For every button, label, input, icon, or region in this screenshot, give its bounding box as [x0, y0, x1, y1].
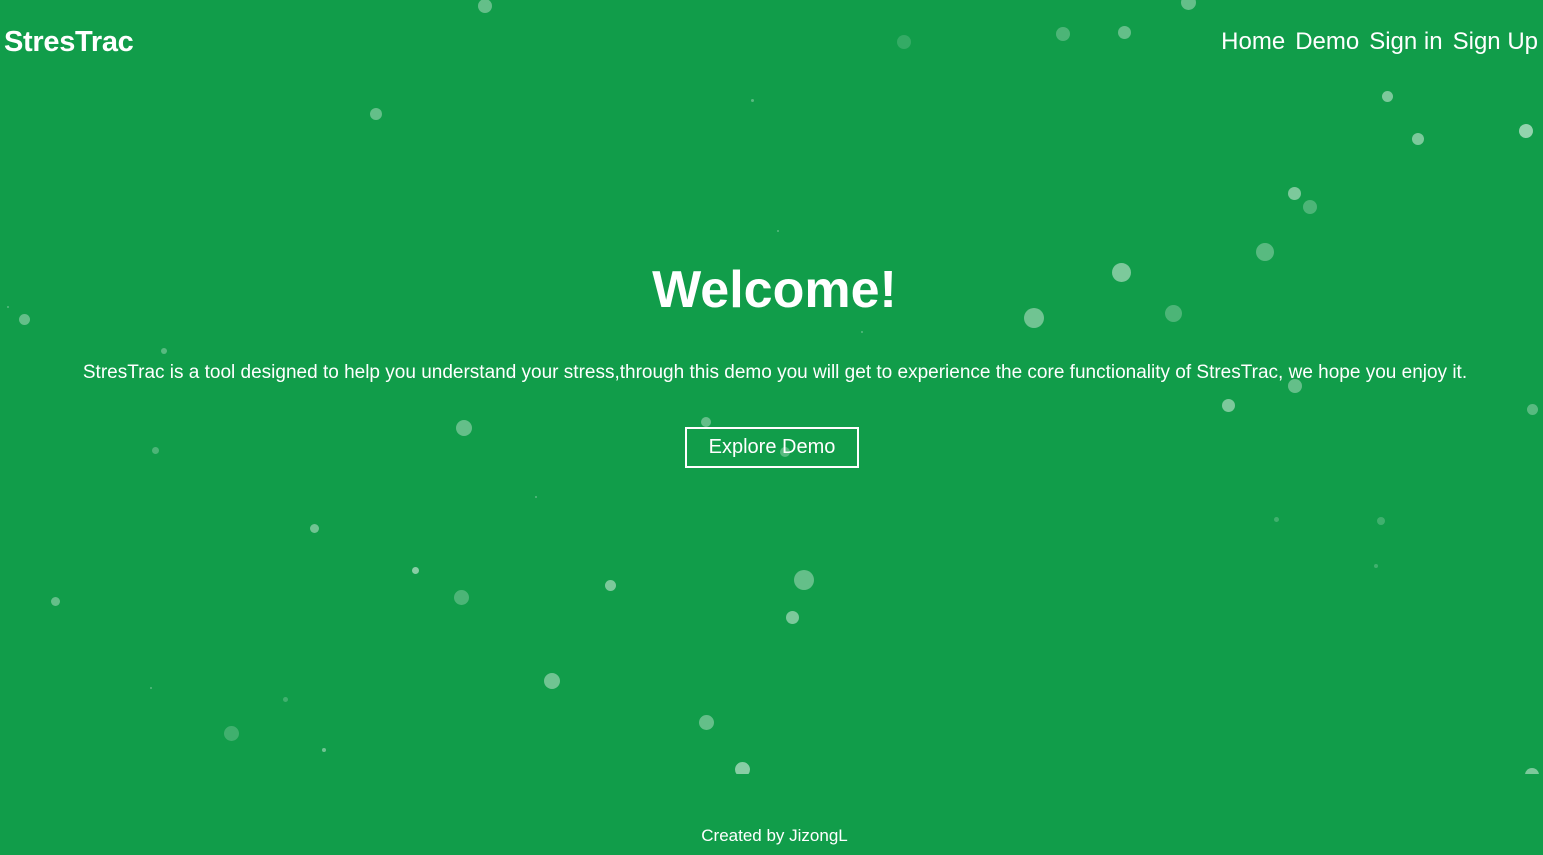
particle-dot — [282, 696, 288, 702]
particle-dot — [151, 446, 159, 454]
particle-dot — [322, 748, 326, 752]
explore-demo-button[interactable]: Explore Demo — [685, 427, 859, 468]
particle-dot — [604, 579, 616, 591]
particle-dot — [150, 687, 152, 689]
particle-dot — [1287, 186, 1301, 200]
particle-dot — [1221, 398, 1235, 412]
particle-dot — [1381, 90, 1393, 102]
particle-dot — [223, 725, 239, 741]
particle-dot — [1117, 25, 1131, 39]
nav-home-link[interactable]: Home — [1221, 26, 1285, 58]
hero-title: Welcome! — [652, 261, 897, 319]
particle-dot — [535, 496, 537, 498]
particle-dot — [1374, 564, 1378, 568]
particle-dot — [861, 331, 863, 333]
hero-description: StresTrac is a tool designed to help you… — [82, 362, 1468, 383]
particle-background — [0, 0, 1543, 774]
nav-sign-up-link[interactable]: Sign Up — [1453, 26, 1538, 58]
particle-dot — [698, 714, 714, 730]
particle-dot — [1526, 403, 1538, 415]
particle-dot — [1180, 0, 1196, 10]
particle-dot — [411, 566, 419, 574]
particle-dot — [734, 761, 750, 774]
particle-dot — [1525, 768, 1539, 774]
particle-dot — [456, 420, 472, 436]
page: StresTrac Home Demo Sign in Sign Up Welc… — [0, 0, 1543, 855]
particle-dot — [453, 589, 469, 605]
brand-logo[interactable]: StresTrac — [4, 24, 134, 60]
particle-dot — [785, 610, 799, 624]
particle-dot — [777, 230, 779, 232]
particle-dot — [1519, 124, 1533, 138]
particle-dot — [161, 348, 167, 354]
particle-dot — [370, 108, 382, 120]
particle-dot — [50, 596, 60, 606]
particle-dot — [544, 673, 560, 689]
particle-dot — [701, 417, 711, 427]
particle-dot — [1273, 516, 1279, 522]
particle-dot — [1303, 200, 1317, 214]
top-nav: Home Demo Sign in Sign Up — [1221, 26, 1538, 58]
particle-dot — [1056, 27, 1070, 41]
nav-demo-link[interactable]: Demo — [1295, 26, 1359, 58]
nav-sign-in-link[interactable]: Sign in — [1369, 26, 1442, 58]
particle-dot — [897, 35, 911, 49]
particle-dot — [478, 0, 492, 13]
particle-dot — [309, 523, 319, 533]
footer-credit: Created by JizongL — [701, 826, 848, 845]
particle-dot — [794, 570, 814, 590]
particle-dot — [750, 98, 754, 102]
particle-dot — [1412, 133, 1424, 145]
particle-dot — [1377, 517, 1385, 525]
